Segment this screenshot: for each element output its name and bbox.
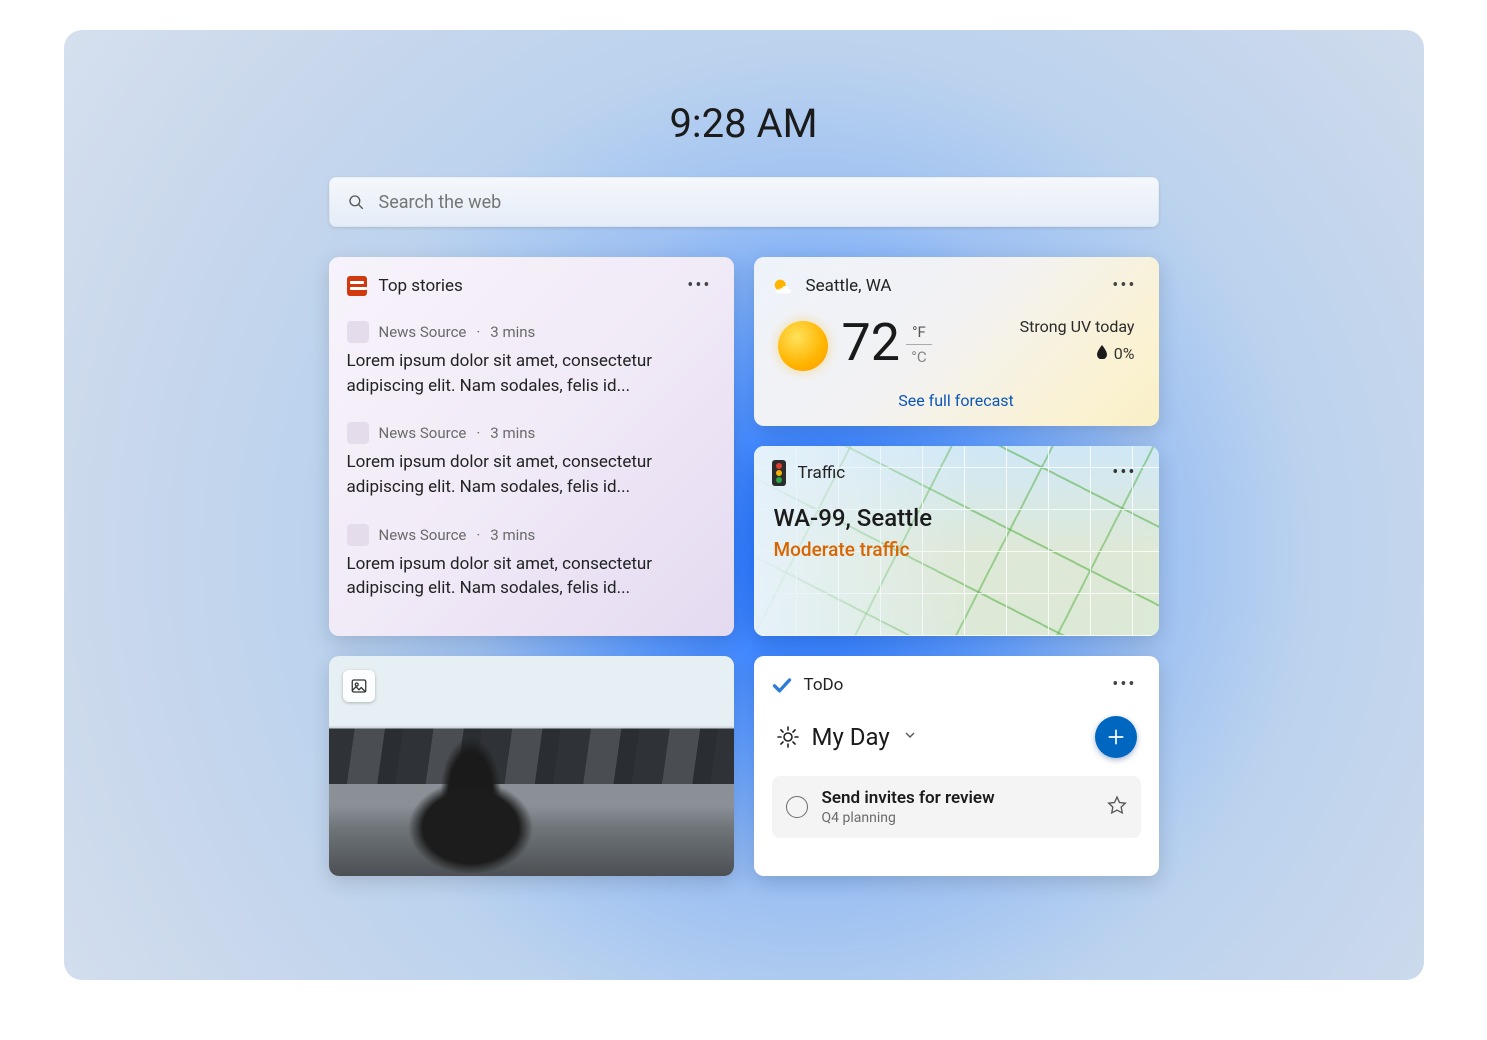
forecast-link[interactable]: See full forecast (754, 381, 1159, 426)
news-item[interactable]: News Source · 3 mins Lorem ipsum dolor s… (347, 514, 716, 615)
weather-precip: 0% (1114, 344, 1135, 363)
photo-image (329, 656, 734, 876)
traffic-route: WA-99, Seattle (774, 504, 1139, 532)
more-button[interactable]: ••• (1108, 672, 1140, 698)
source-thumb (347, 422, 369, 444)
weather-location: Seattle, WA (806, 276, 892, 296)
widget-weather[interactable]: Seattle, WA ••• 72 °F °C Strong UV today (754, 257, 1159, 426)
news-item[interactable]: News Source · 3 mins Lorem ipsum dolor s… (347, 311, 716, 412)
photos-icon (343, 670, 375, 702)
task-title: Send invites for review (822, 788, 995, 808)
traffic-light-icon (772, 460, 786, 486)
news-headline: Lorem ipsum dolor sit amet, consectetur … (347, 349, 716, 398)
search-input[interactable] (379, 192, 1141, 213)
news-source: News Source (379, 424, 467, 442)
news-source: News Source (379, 526, 467, 544)
task-checkbox[interactable] (786, 796, 808, 818)
sun-outline-icon (776, 725, 800, 749)
news-age: 3 mins (490, 526, 535, 544)
news-headline: Lorem ipsum dolor sit amet, consectetur … (347, 552, 716, 601)
widget-news[interactable]: Top stories ••• News Source · 3 mins Lor… (329, 257, 734, 636)
news-age: 3 mins (490, 424, 535, 442)
todo-app-icon (772, 675, 792, 695)
search-icon (347, 193, 365, 211)
news-item[interactable]: News Source · 3 mins Lorem ipsum dolor s… (347, 412, 716, 513)
chevron-down-icon[interactable] (902, 727, 918, 747)
weather-headline: Strong UV today (1020, 317, 1135, 336)
weather-app-icon (772, 275, 794, 297)
search-bar[interactable] (329, 177, 1159, 227)
news-list: News Source · 3 mins Lorem ipsum dolor s… (329, 311, 734, 633)
unit-c[interactable]: °C (911, 345, 926, 366)
widget-title: ToDo (804, 675, 844, 695)
todo-list-label[interactable]: My Day (812, 723, 890, 751)
weather-units[interactable]: °F °C (906, 323, 932, 366)
widget-traffic[interactable]: Traffic ••• WA-99, Seattle Moderate traf… (754, 446, 1159, 636)
news-age: 3 mins (490, 323, 535, 341)
task-row[interactable]: Send invites for review Q4 planning (772, 776, 1141, 838)
clock: 9:28 AM (64, 30, 1424, 177)
unit-f[interactable]: °F (906, 323, 932, 345)
news-headline: Lorem ipsum dolor sit amet, consectetur … (347, 450, 716, 499)
widgets-panel: 9:28 AM Top stories ••• News Source · 3 … (64, 30, 1424, 980)
more-button[interactable]: ••• (1108, 460, 1140, 486)
widget-todo[interactable]: ToDo ••• My Day Send invites for review (754, 656, 1159, 876)
widget-photos[interactable] (329, 656, 734, 876)
source-thumb (347, 524, 369, 546)
star-icon[interactable] (1107, 795, 1127, 820)
more-button[interactable]: ••• (1108, 273, 1140, 299)
task-sub: Q4 planning (822, 810, 995, 826)
add-task-button[interactable] (1095, 716, 1137, 758)
source-thumb (347, 321, 369, 343)
sun-icon (778, 321, 828, 371)
droplet-icon (1096, 345, 1108, 363)
news-source: News Source (379, 323, 467, 341)
traffic-status: Moderate traffic (774, 538, 1139, 561)
weather-temp: 72 (842, 317, 900, 369)
widget-title: Traffic (798, 463, 846, 483)
more-button[interactable]: ••• (683, 273, 715, 299)
widget-title: Top stories (379, 276, 463, 296)
news-icon (347, 276, 367, 296)
